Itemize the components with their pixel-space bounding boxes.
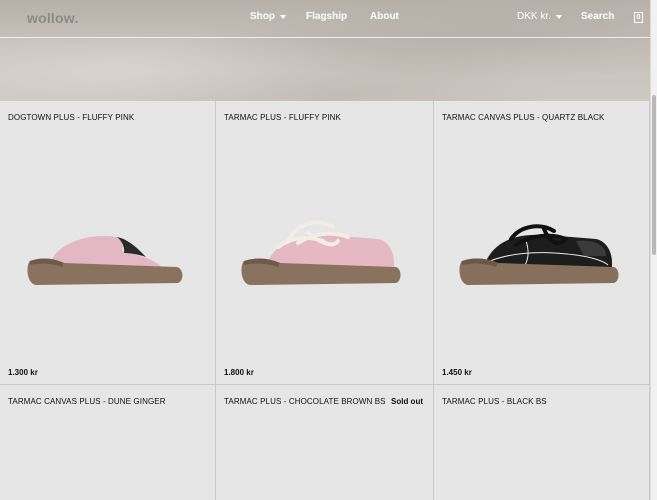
product-card[interactable]: TARMAC PLUS - CHOCOLATE BROWN BS Sold ou…: [216, 385, 434, 500]
chevron-down-icon: [555, 14, 562, 19]
product-grid: DOGTOWN PLUS - FLUFFY PINK 1.300 kr TARM…: [0, 101, 650, 500]
shoe-sneaker: [241, 220, 401, 285]
shoe-sneaker: [459, 224, 619, 285]
product-image[interactable]: [238, 211, 403, 291]
product-name[interactable]: TARMAC PLUS - BLACK BS: [442, 397, 547, 406]
scrollbar-track[interactable]: [650, 0, 657, 500]
search-button[interactable]: Search: [581, 11, 614, 22]
cart-count: 0: [636, 14, 641, 21]
product-name[interactable]: TARMAC CANVAS PLUS - QUARTZ BLACK: [442, 113, 604, 122]
product-name[interactable]: TARMAC CANVAS PLUS - DUNE GINGER: [8, 397, 166, 406]
product-card[interactable]: DOGTOWN PLUS - FLUFFY PINK 1.300 kr: [0, 101, 216, 385]
sold-out-badge: Sold out: [391, 397, 423, 406]
hero-banner: wollow. Shop Flagship About DKK kr. Sear…: [0, 0, 650, 101]
search-label: Search: [581, 11, 615, 22]
product-image[interactable]: [456, 211, 621, 291]
nav-about[interactable]: About: [370, 11, 399, 22]
chevron-down-icon: [280, 14, 286, 19]
product-card[interactable]: TARMAC CANVAS PLUS - DUNE GINGER: [0, 385, 216, 500]
product-name[interactable]: TARMAC PLUS - FLUFFY PINK: [224, 113, 341, 122]
nav-shop[interactable]: Shop: [250, 11, 286, 22]
nav-about-label: About: [370, 11, 399, 22]
header-divider: [0, 37, 650, 38]
product-price: 1.300 kr: [8, 368, 38, 377]
nav-flagship[interactable]: Flagship: [306, 11, 347, 22]
brand-logo[interactable]: wollow.: [27, 10, 78, 26]
product-card[interactable]: TARMAC CANVAS PLUS - QUARTZ BLACK 1.450 …: [434, 101, 650, 385]
product-image[interactable]: [22, 211, 187, 291]
product-name[interactable]: TARMAC PLUS - CHOCOLATE BROWN BS: [224, 397, 386, 406]
currency-selector[interactable]: DKK kr.: [517, 11, 562, 22]
product-name[interactable]: DOGTOWN PLUS - FLUFFY PINK: [8, 113, 134, 122]
nav-flagship-label: Flagship: [306, 11, 348, 22]
shoe-mule: [27, 235, 183, 285]
product-card[interactable]: TARMAC PLUS - FLUFFY PINK 1.800 kr: [216, 101, 434, 385]
product-price: 1.450 kr: [442, 368, 472, 377]
product-card[interactable]: TARMAC PLUS - BLACK BS: [434, 385, 650, 500]
scrollbar-thumb[interactable]: [652, 95, 656, 255]
product-price: 1.800 kr: [224, 368, 254, 377]
nav-shop-label: Shop: [250, 11, 275, 22]
currency-label: DKK kr.: [517, 11, 551, 22]
cart-icon[interactable]: 0: [634, 12, 643, 23]
